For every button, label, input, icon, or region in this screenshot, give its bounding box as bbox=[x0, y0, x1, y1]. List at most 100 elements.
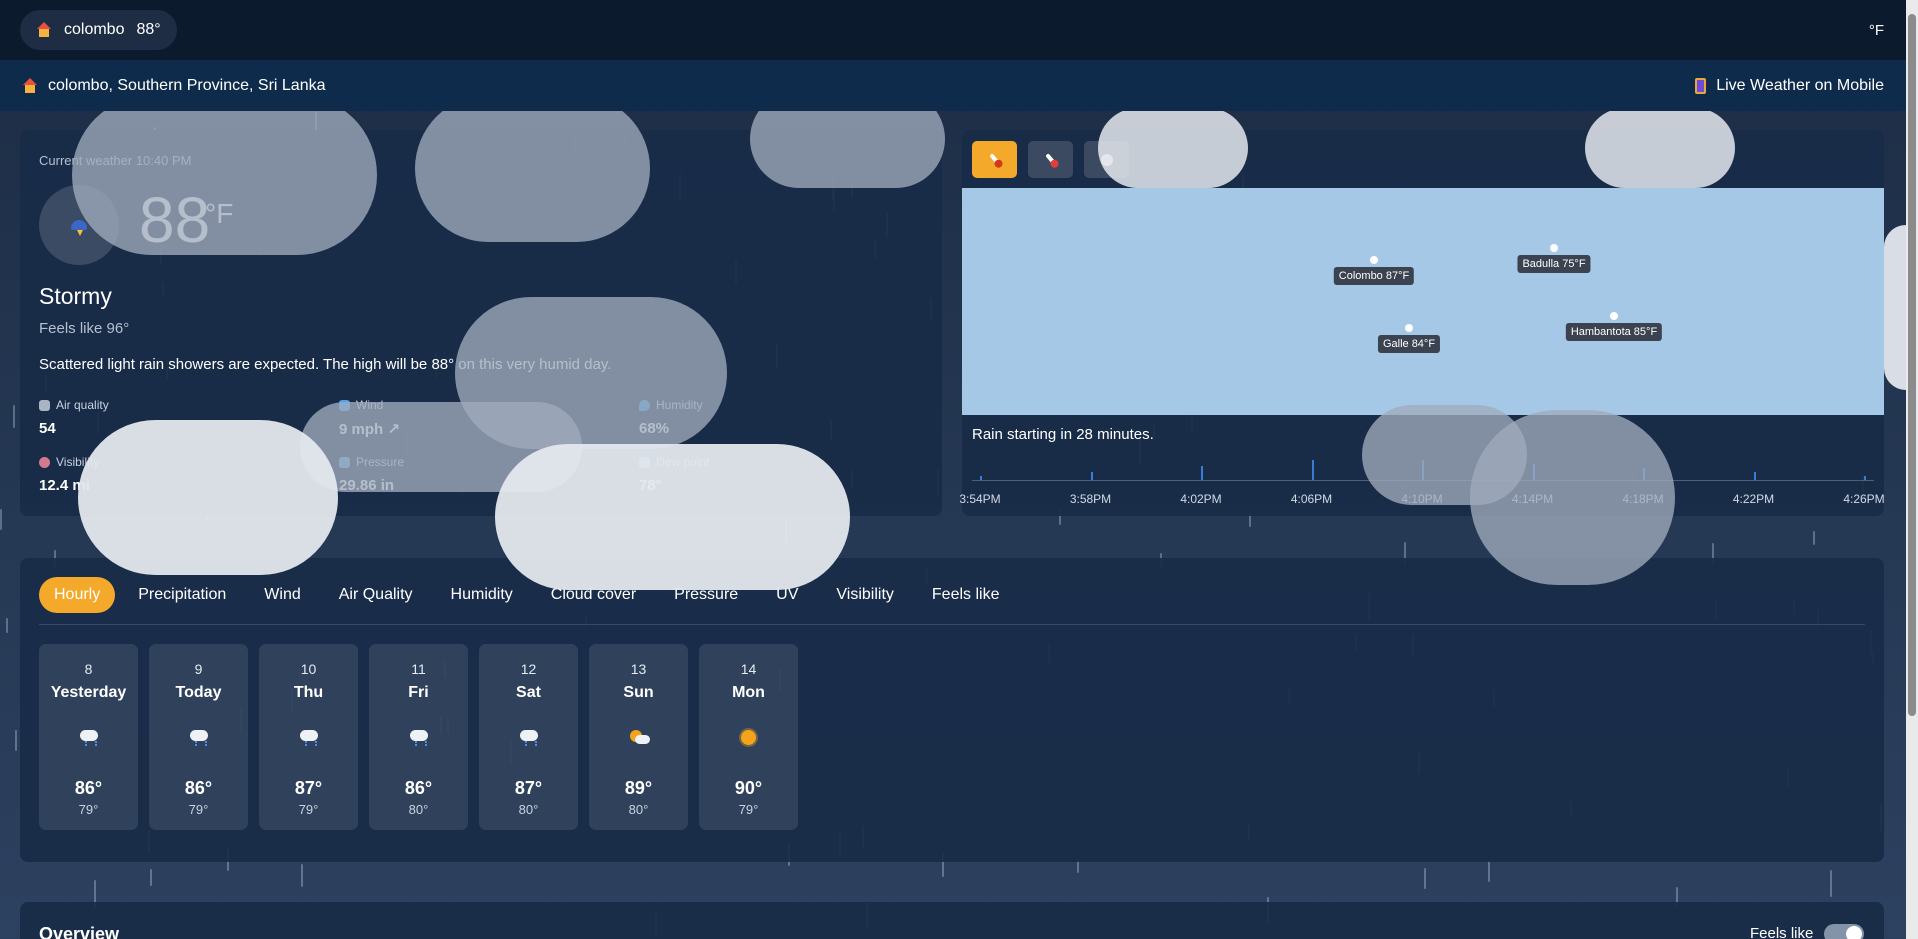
wind-icon bbox=[339, 399, 350, 411]
mobile-link[interactable]: Live Weather on Mobile bbox=[1695, 77, 1884, 95]
phone-icon bbox=[1695, 77, 1707, 94]
metric-label: Humidity bbox=[656, 398, 703, 412]
weather-description: Scattered light rain showers are expecte… bbox=[39, 356, 612, 373]
day-card[interactable]: 10 Thu 87° 79° bbox=[259, 644, 358, 830]
pin-dot bbox=[1405, 324, 1413, 332]
day-high: 89° bbox=[624, 778, 653, 798]
rain-forecast-message: Rain starting in 28 minutes. bbox=[972, 426, 1154, 443]
temperature-alt-layer-button[interactable] bbox=[1028, 141, 1073, 178]
day-high: 86° bbox=[184, 778, 213, 798]
metric-value: 68% bbox=[639, 420, 670, 437]
condition-icon-wrap bbox=[39, 185, 119, 265]
day-number: 11 bbox=[411, 661, 426, 677]
metric-wind[interactable]: Wind 9 mph ↗ bbox=[339, 398, 539, 438]
weather-map[interactable]: Colombo 87°F Badulla 75°F Galle 84°F Ham… bbox=[962, 188, 1884, 415]
metric-value: 54 bbox=[39, 420, 56, 437]
day-number: 14 bbox=[740, 661, 757, 677]
day-number: 13 bbox=[630, 661, 647, 677]
pin-label: Hambantota 85°F bbox=[1565, 323, 1663, 341]
wind-icon bbox=[1100, 153, 1113, 166]
timeline-label: 4:26PM bbox=[1843, 492, 1885, 506]
tab-humidity[interactable]: Humidity bbox=[432, 577, 532, 613]
temperature-layer-button[interactable] bbox=[972, 141, 1017, 178]
day-high: 87° bbox=[514, 778, 543, 798]
day-name: Sun bbox=[623, 684, 654, 701]
timeline-label: 3:54PM bbox=[959, 492, 1001, 506]
location-pill[interactable]: colombo 88° bbox=[20, 10, 177, 50]
overview-card: Overview Feels like bbox=[20, 902, 1884, 939]
timeline-label: 4:10PM bbox=[1401, 492, 1443, 506]
day-card[interactable]: 14 Mon 90° 79° bbox=[699, 644, 798, 830]
forecast-card: Hourly Precipitation Wind Air Quality Hu… bbox=[20, 558, 1884, 862]
location-temp: 88° bbox=[136, 21, 161, 38]
location-name: colombo bbox=[64, 21, 125, 38]
pressure-icon bbox=[339, 456, 350, 468]
metric-air-quality[interactable]: Air quality 54 bbox=[39, 398, 239, 437]
partly-sunny-icon bbox=[629, 730, 650, 744]
day-name: Yesterday bbox=[50, 684, 127, 701]
precip-timeline[interactable] bbox=[972, 480, 1874, 481]
precip-tick bbox=[1201, 466, 1203, 480]
sun-icon bbox=[740, 730, 758, 745]
metric-value: 9 mph ↗ bbox=[339, 421, 400, 438]
rain-drop bbox=[6, 618, 8, 633]
metric-label: Wind bbox=[356, 398, 384, 412]
forecast-tabs: Hourly Precipitation Wind Air Quality Hu… bbox=[39, 577, 1018, 613]
day-name: Today bbox=[175, 684, 222, 701]
tab-uv[interactable]: UV bbox=[757, 577, 817, 613]
day-card[interactable]: 12 Sat 87° 80° bbox=[479, 644, 578, 830]
mobile-link-label: Live Weather on Mobile bbox=[1716, 76, 1884, 94]
scrollbar-thumb[interactable] bbox=[1908, 14, 1916, 716]
day-number: 10 bbox=[300, 661, 317, 677]
rain-drop bbox=[1488, 860, 1490, 882]
humidity-icon bbox=[639, 399, 650, 411]
current-temp: 88 bbox=[139, 184, 211, 256]
rain-drop bbox=[150, 869, 152, 886]
top-bar: colombo 88° °F bbox=[0, 0, 1906, 60]
metric-value: 12.4 mi bbox=[39, 477, 90, 494]
tab-air-quality[interactable]: Air Quality bbox=[320, 577, 432, 613]
day-card[interactable]: 9 Today 86° 79° bbox=[149, 644, 248, 830]
tab-feels-like[interactable]: Feels like bbox=[913, 577, 1019, 613]
temp-unit: °F bbox=[205, 198, 234, 229]
day-low: 80° bbox=[628, 802, 649, 817]
day-low: 80° bbox=[408, 802, 429, 817]
tab-hourly[interactable]: Hourly bbox=[39, 577, 116, 613]
feels-like-toggle[interactable] bbox=[1824, 924, 1864, 939]
precip-tick bbox=[1311, 460, 1314, 480]
thermometer-icon bbox=[1044, 153, 1057, 166]
daily-forecast-list: 8 Yesterday 86° 79° 9 Today 86° 79° 10 T… bbox=[39, 644, 798, 830]
day-low: 79° bbox=[738, 802, 759, 817]
unit-toggle[interactable]: °F bbox=[1869, 22, 1884, 39]
timeline-label: 4:14PM bbox=[1511, 492, 1554, 506]
pin-label: Badulla 75°F bbox=[1517, 255, 1591, 273]
day-card[interactable]: 11 Fri 86° 80° bbox=[369, 644, 468, 830]
rain-drop bbox=[15, 730, 17, 751]
map-layer-tools bbox=[972, 141, 1129, 178]
day-high: 90° bbox=[734, 778, 763, 798]
page-scrollbar[interactable] bbox=[1906, 0, 1918, 939]
rain-drop bbox=[13, 405, 15, 428]
metric-pressure[interactable]: Pressure 29.86 in bbox=[339, 455, 539, 494]
timeline-label: 3:58PM bbox=[1069, 492, 1112, 506]
home-icon bbox=[36, 22, 52, 38]
metric-visibility[interactable]: Visibility 12.4 mi bbox=[39, 455, 239, 494]
precip-tick bbox=[1643, 468, 1645, 480]
timeline-label: 4:02PM bbox=[1180, 492, 1222, 506]
day-card[interactable]: 8 Yesterday 86° 79° bbox=[39, 644, 138, 830]
tab-visibility[interactable]: Visibility bbox=[817, 577, 913, 613]
metric-dew-point[interactable]: Dew point 78° bbox=[639, 455, 839, 494]
tab-wind[interactable]: Wind bbox=[245, 577, 319, 613]
tab-cloud-cover[interactable]: Cloud cover bbox=[532, 577, 655, 613]
day-low: 80° bbox=[518, 802, 539, 817]
feels-like: Feels like 96° bbox=[39, 320, 130, 337]
tab-precipitation[interactable]: Precipitation bbox=[119, 577, 245, 613]
metric-humidity[interactable]: Humidity 68% bbox=[639, 398, 839, 437]
tab-pressure[interactable]: Pressure bbox=[655, 577, 757, 613]
thermometer-icon bbox=[988, 153, 1001, 166]
metric-label: Visibility bbox=[56, 455, 100, 469]
wind-layer-button[interactable] bbox=[1084, 141, 1129, 178]
day-card[interactable]: 13 Sun 89° 80° bbox=[589, 644, 688, 830]
cloud-decoration bbox=[1884, 225, 1906, 390]
metric-label: Pressure bbox=[356, 455, 405, 469]
